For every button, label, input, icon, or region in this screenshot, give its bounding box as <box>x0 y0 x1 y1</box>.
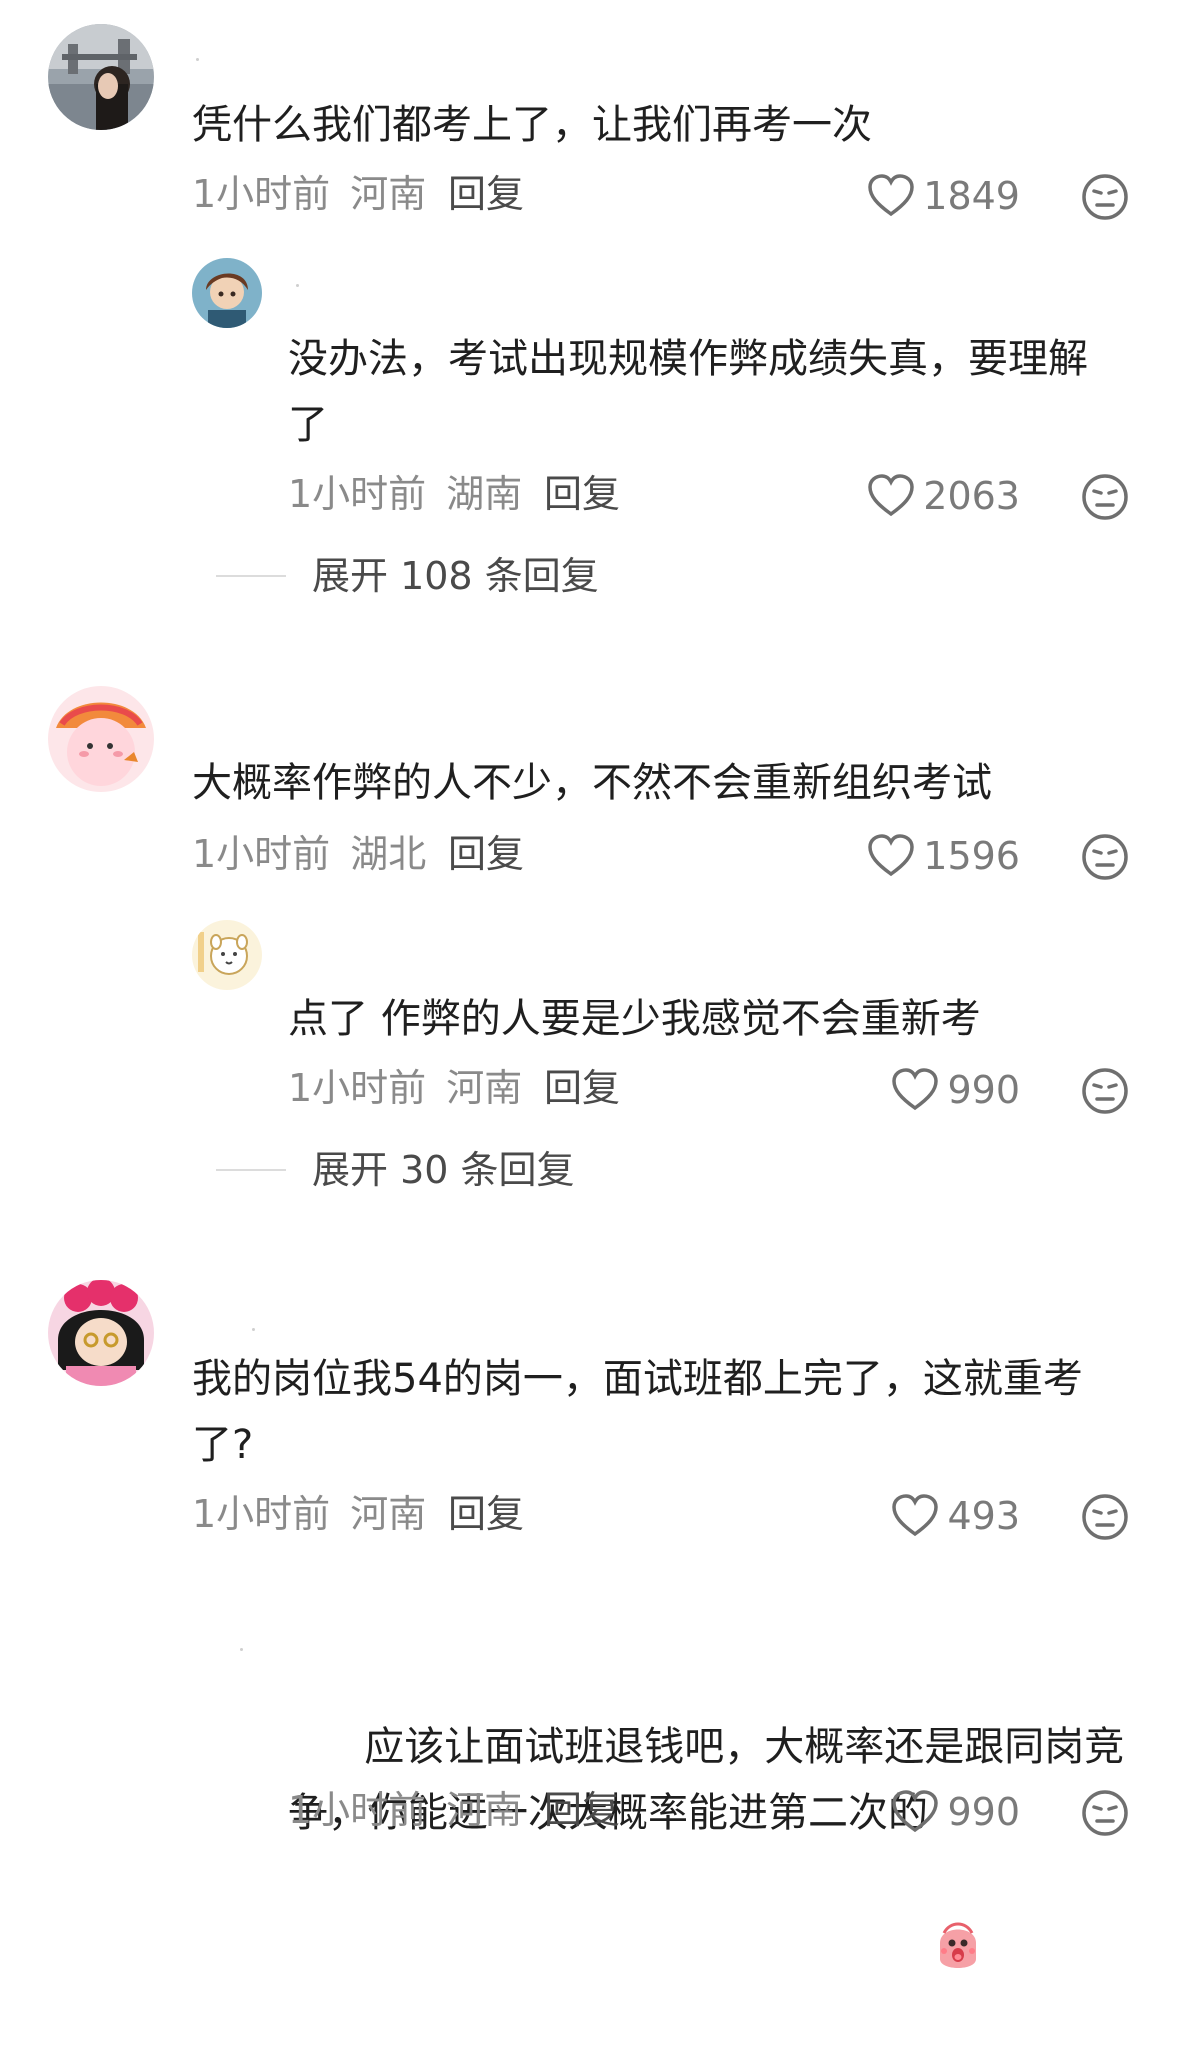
heart-outline-icon <box>868 174 915 217</box>
reply-text: 没办法，考试出现规模作弊成绩失真，要理解 了 <box>288 336 1088 448</box>
user-avatar[interactable] <box>48 24 154 130</box>
like-count: 990 <box>947 1068 1020 1112</box>
reply-button[interactable]: 回复 <box>448 170 524 218</box>
comment-location: 河南 <box>350 172 427 216</box>
dislike-button[interactable] <box>1080 1492 1130 1542</box>
user-avatar[interactable] <box>48 1280 154 1386</box>
avatar-photo-image <box>48 24 154 130</box>
expand-divider <box>216 1169 286 1171</box>
comment-meta: 1小时前 河南 <box>192 170 426 218</box>
user-avatar[interactable] <box>192 920 262 990</box>
comment-meta: 1小时前 湖北 <box>192 830 426 878</box>
reply-button[interactable]: 回复 <box>448 1490 524 1538</box>
neutral-face-icon <box>1082 1790 1128 1836</box>
like-button[interactable]: 1849 <box>840 168 1020 224</box>
reply-time: 1小时前 <box>288 1066 427 1110</box>
reply-meta: 1小时前 河南 <box>288 1064 522 1112</box>
heart-outline-icon <box>892 1494 939 1537</box>
comment-time: 1小时前 <box>192 172 331 216</box>
heart-outline-icon <box>868 474 915 517</box>
dislike-button[interactable] <box>1080 1788 1130 1838</box>
avatar-dog-doodle-image <box>192 920 262 990</box>
heart-outline-icon <box>892 1790 939 1833</box>
reply-text: 点了 作弊的人要是少我感觉不会重新考 <box>288 996 981 1042</box>
like-count: 1596 <box>923 834 1020 878</box>
like-count: 493 <box>947 1494 1020 1538</box>
heart-outline-icon <box>868 834 915 877</box>
reply-button[interactable]: 回复 <box>448 830 524 878</box>
heart-outline-icon <box>892 1068 939 1111</box>
reply-text: 应该让面试班退钱吧，大概率还是跟同岗竞 争，你能进一次大概率能进第二次的 <box>288 1648 1124 1968</box>
avatar-anime-girl-image <box>48 1280 154 1386</box>
reply-button[interactable]: 回复 <box>544 1786 620 1834</box>
dislike-button[interactable] <box>1080 832 1130 882</box>
neutral-face-icon <box>1082 834 1128 880</box>
like-count: 1849 <box>923 174 1020 218</box>
like-button[interactable]: 1596 <box>840 828 1020 884</box>
like-button[interactable]: 493 <box>840 1488 1020 1544</box>
dislike-button[interactable] <box>1080 1066 1130 1116</box>
comment-location: 湖北 <box>350 832 427 876</box>
reply-meta: 1小时前 湖南 <box>288 470 522 518</box>
user-avatar[interactable] <box>48 686 154 792</box>
comment-time: 1小时前 <box>192 832 331 876</box>
reply-location: 河南 <box>446 1066 523 1110</box>
like-button[interactable]: 990 <box>840 1062 1020 1118</box>
comment-text: 大概率作弊的人不少，不然不会重新组织考试 <box>192 760 992 806</box>
neutral-face-icon <box>1082 474 1128 520</box>
neutral-face-icon <box>1082 174 1128 220</box>
dislike-button[interactable] <box>1080 172 1130 222</box>
reply-time: 1小时前 <box>288 472 427 516</box>
comment-meta: 1小时前 河南 <box>192 1490 426 1538</box>
comment-location: 河南 <box>350 1492 427 1536</box>
expand-divider <box>216 575 286 577</box>
neutral-face-icon <box>1082 1494 1128 1540</box>
avatar-anime-boy-image <box>192 258 262 328</box>
like-count: 2063 <box>923 474 1020 518</box>
like-button[interactable]: 2063 <box>840 468 1020 524</box>
like-count: 990 <box>947 1790 1020 1834</box>
expand-replies-button[interactable]: 展开 30 条回复 <box>312 1146 575 1194</box>
comment-text: 凭什么我们都考上了，让我们再考一次 <box>192 102 872 148</box>
user-avatar[interactable] <box>192 258 262 328</box>
reply-button[interactable]: 回复 <box>544 470 620 518</box>
reply-button[interactable]: 回复 <box>544 1064 620 1112</box>
reply-time: 1小时前 <box>288 1788 427 1832</box>
expand-replies-button[interactable]: 展开 108 条回复 <box>312 552 599 600</box>
comment-time: 1小时前 <box>192 1492 331 1536</box>
reply-location: 河南 <box>446 1788 523 1832</box>
reply-location: 湖南 <box>446 472 523 516</box>
neutral-face-icon <box>1082 1068 1128 1114</box>
like-button[interactable]: 990 <box>840 1784 1020 1840</box>
dislike-button[interactable] <box>1080 472 1130 522</box>
avatar-cartoon-image <box>48 686 154 792</box>
comment-text: 我的岗位我54的岗一，面试班都上完了，这就重考 了? <box>192 1356 1083 1468</box>
reply-meta: 1小时前 河南 <box>288 1786 522 1834</box>
